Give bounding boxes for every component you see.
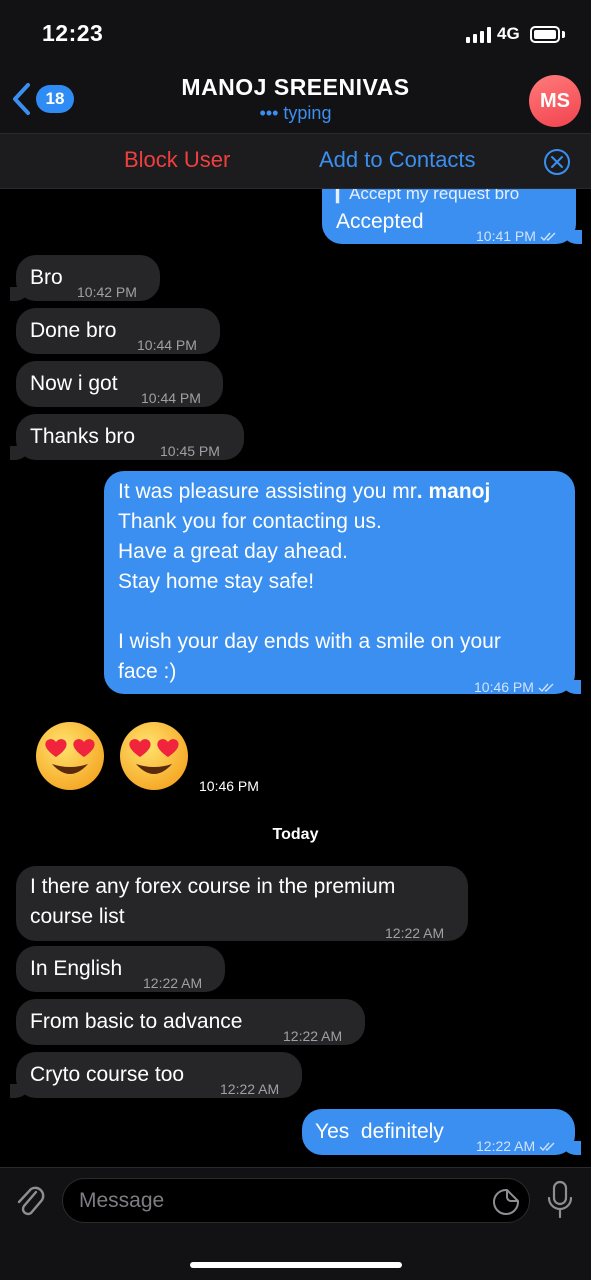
chat-title: MANOJ SREENIVAS <box>181 74 410 100</box>
message-text: It was pleasure assisting you mr. manoj … <box>118 480 501 683</box>
message-text: Bro <box>30 266 63 289</box>
message-time: 10:46 PM <box>199 778 259 794</box>
message-bubble-incoming[interactable]: Now i got 10:44 PM <box>16 361 223 407</box>
paperclip-icon[interactable] <box>14 1182 46 1218</box>
status-time: 12:23 <box>42 20 104 46</box>
message-time: 12:22 AM <box>283 1028 343 1044</box>
heart-eyes-emoji[interactable] <box>118 720 190 792</box>
message-bubble-outgoing[interactable]: ▎Accept my request bro Accepted 10:41 PM <box>322 189 582 244</box>
message-bubble-outgoing[interactable]: It was pleasure assisting you mr. manoj … <box>104 471 581 695</box>
chat-header: 18 MANOJ SREENIVAS ••• typing MS <box>0 70 591 134</box>
message-text: Cryto course too <box>30 1063 185 1086</box>
avatar[interactable]: MS <box>529 75 581 127</box>
double-check-icon <box>539 1142 555 1152</box>
message-time: 10:44 PM <box>137 337 197 353</box>
message-bubble-incoming[interactable]: Bro 10:42 PM <box>10 255 160 301</box>
message-text: Accepted <box>336 210 424 233</box>
message-time: 12:22 AM <box>220 1081 280 1097</box>
block-user-button[interactable]: Block User <box>124 147 230 173</box>
add-to-contacts-button[interactable]: Add to Contacts <box>319 147 476 173</box>
heart-eyes-emoji[interactable] <box>34 720 106 792</box>
battery-icon <box>530 26 560 43</box>
microphone-icon[interactable] <box>546 1180 574 1220</box>
message-bubble-incoming[interactable]: Done bro 10:44 PM <box>16 308 220 354</box>
message-bubble-incoming[interactable]: Cryto course too 12:22 AM <box>10 1052 302 1098</box>
message-time: 10:41 PM <box>476 221 558 251</box>
message-text: Thanks bro <box>30 425 136 448</box>
message-bubble-incoming[interactable]: Thanks bro 10:45 PM <box>10 414 244 460</box>
battery-tip <box>562 31 565 38</box>
message-text: In English <box>30 957 123 980</box>
chat-area[interactable]: ▎Accept my request bro Accepted 10:41 PM… <box>0 189 591 1167</box>
message-time: 10:46 PM <box>474 672 556 702</box>
network-type: 4G <box>497 24 520 43</box>
message-text: Done bro <box>30 319 117 342</box>
home-indicator <box>190 1262 402 1268</box>
message-bubble-incoming[interactable]: I there any forex course in the premium … <box>16 866 468 941</box>
message-text: I there any forex course in the premium … <box>30 875 396 928</box>
message-bubble-outgoing[interactable]: Yes definitely 12:22 AM <box>302 1109 581 1155</box>
contact-action-bar: Block User Add to Contacts <box>0 134 591 189</box>
date-separator: Today <box>272 826 319 843</box>
reply-preview: ▎Accept my request bro <box>336 189 520 203</box>
message-bubble-incoming[interactable]: From basic to advance 12:22 AM <box>16 999 365 1045</box>
composer-bar <box>0 1167 591 1280</box>
message-text: Yes definitely <box>315 1120 444 1143</box>
signal-icon <box>466 27 491 43</box>
message-text: Now i got <box>30 372 118 395</box>
close-icon[interactable] <box>543 148 571 176</box>
sticker-icon[interactable] <box>491 1187 521 1217</box>
message-time: 10:44 PM <box>141 390 201 406</box>
chat-title-area[interactable]: MANOJ SREENIVAS ••• typing <box>0 74 591 124</box>
message-field[interactable] <box>62 1178 530 1223</box>
message-text: From basic to advance <box>30 1010 243 1033</box>
message-time: 12:22 AM <box>143 975 203 991</box>
double-check-icon <box>540 232 556 242</box>
message-bubble-incoming[interactable]: In English 12:22 AM <box>16 946 225 992</box>
message-time: 12:22 AM <box>385 925 445 941</box>
message-time: 10:45 PM <box>160 443 220 459</box>
double-check-icon <box>538 683 554 693</box>
status-bar: 12:23 4G <box>0 0 591 70</box>
typing-status: ••• typing <box>259 103 332 123</box>
message-time: 12:22 AM <box>476 1131 557 1161</box>
message-input[interactable] <box>79 1179 479 1222</box>
message-time: 10:42 PM <box>77 284 137 300</box>
